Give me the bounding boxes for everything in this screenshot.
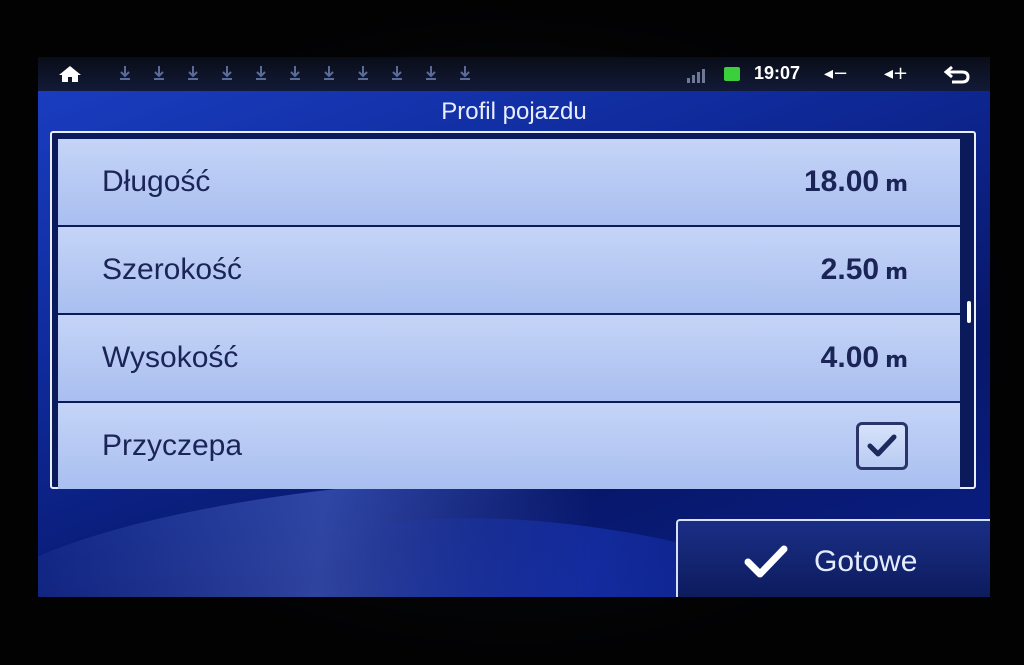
checkmark-icon [867, 434, 897, 457]
length-value: 18.00 [803, 165, 880, 198]
length-label: Długość [102, 165, 211, 198]
trailer-label: Przyczepa [102, 429, 243, 462]
back-icon[interactable] [944, 64, 970, 84]
download-notification-icon [392, 66, 402, 80]
download-notification-icon [324, 66, 334, 80]
height-value-group: 4.00 m [821, 341, 908, 375]
height-row[interactable]: Wysokość 4.00 m [58, 315, 960, 401]
notification-icons [118, 65, 472, 81]
download-notification-icon [222, 66, 232, 80]
length-value-group: 18.00 m [804, 165, 908, 199]
height-value: 4.00 [820, 341, 880, 374]
page-title: Profil pojazdu [441, 98, 587, 125]
width-unit: m [885, 260, 908, 285]
signal-icon [687, 69, 705, 83]
length-unit: m [885, 172, 908, 197]
vehicle-profile-list: Długość 18.00 m Szerokość 2.50 m Wysokość … [50, 131, 976, 489]
device-bezel: 19:07 ◂− ◂+ Profil pojazdu Długość 18.00… [0, 0, 1024, 665]
width-value-group: 2.50 m [821, 253, 908, 287]
download-notification-icon [290, 66, 300, 80]
done-button[interactable]: Gotowe [676, 519, 990, 597]
trailer-checkbox[interactable] [856, 422, 908, 470]
download-notification-icon [154, 66, 164, 80]
clock: 19:07 [754, 63, 801, 83]
battery-icon [724, 67, 740, 81]
trailer-row[interactable]: Przyczepa [58, 403, 960, 489]
download-notification-icon [460, 66, 470, 80]
settings-list: Długość 18.00 m Szerokość 2.50 m Wysokość … [58, 139, 971, 489]
download-notification-icon [358, 66, 368, 80]
screen: 19:07 ◂− ◂+ Profil pojazdu Długość 18.00… [38, 57, 990, 597]
width-row[interactable]: Szerokość 2.50 m [58, 227, 960, 313]
done-button-label: Gotowe [814, 545, 918, 578]
scrollbar-thumb[interactable] [967, 301, 971, 323]
volume-down-icon[interactable]: ◂− [824, 63, 854, 85]
width-label: Szerokość [102, 253, 243, 286]
download-notification-icon [188, 66, 198, 80]
status-bar: 19:07 ◂− ◂+ [38, 57, 990, 91]
check-icon [744, 545, 788, 578]
download-notification-icon [256, 66, 266, 80]
height-unit: m [885, 348, 908, 373]
download-notification-icon [426, 66, 436, 80]
width-value: 2.50 [820, 253, 880, 286]
length-row[interactable]: Długość 18.00 m [58, 139, 960, 225]
height-label: Wysokość [102, 341, 239, 374]
volume-up-icon[interactable]: ◂+ [884, 63, 914, 85]
home-icon[interactable] [58, 65, 82, 83]
download-notification-icon [120, 66, 130, 80]
